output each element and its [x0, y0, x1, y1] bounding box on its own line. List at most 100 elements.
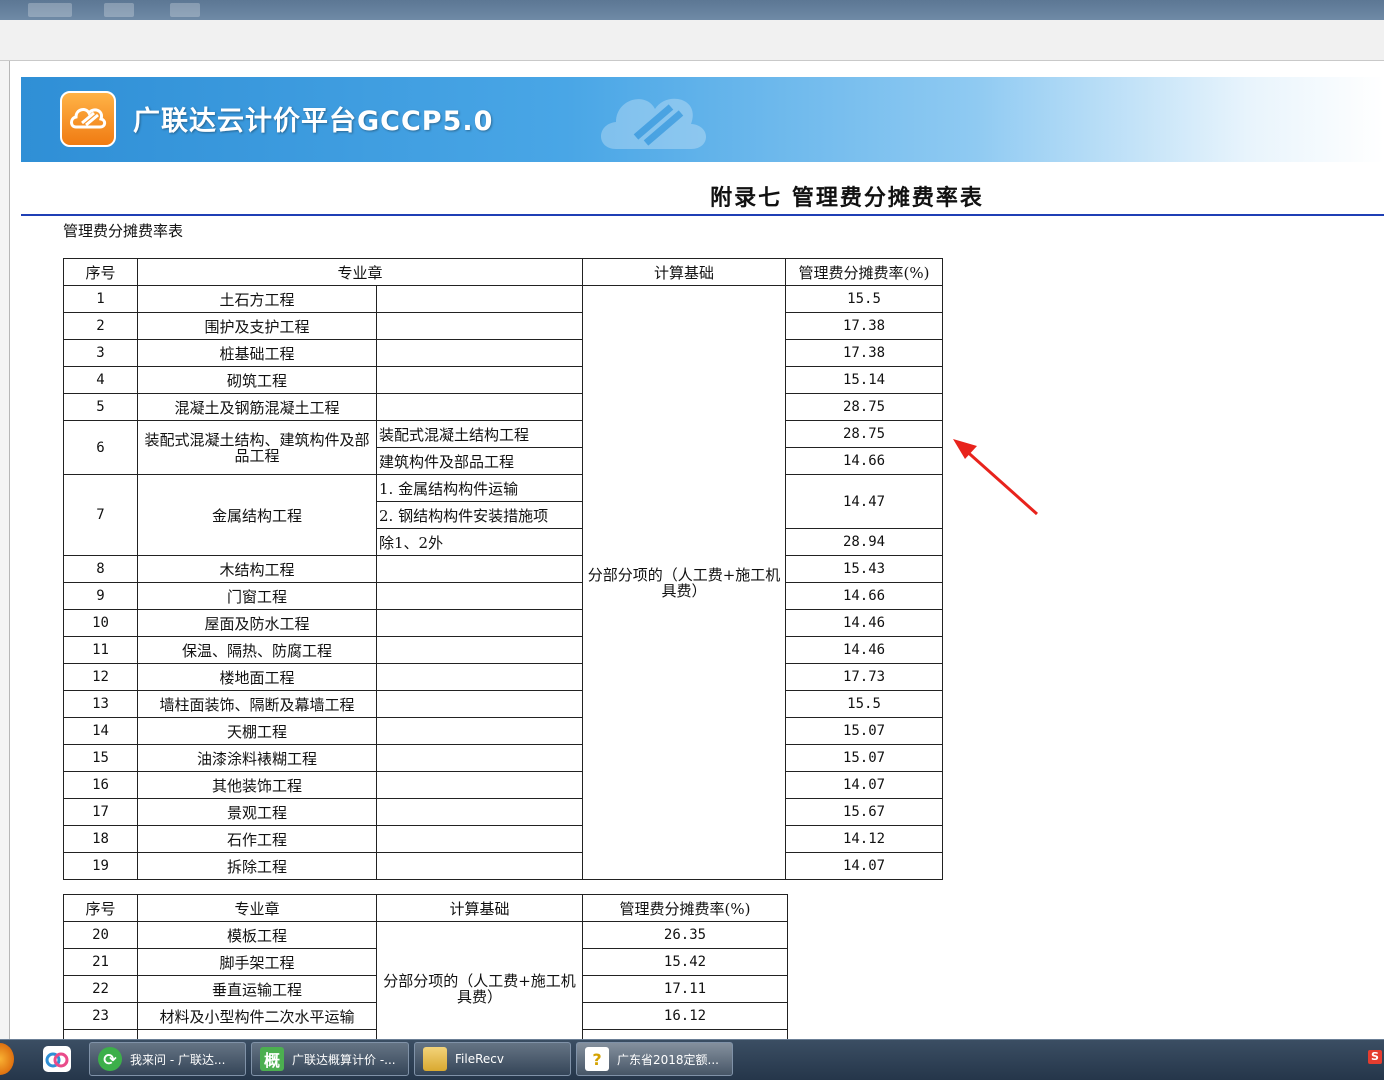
row-name: 模板工程: [137, 921, 377, 949]
row-rate: 28.75: [785, 393, 944, 421]
table-row: 9 门窗工程 14.66: [63, 582, 944, 610]
table-row: 7 金属结构工程 1. 金属结构构件运输 14.47: [63, 474, 944, 556]
row-rate: 15.5: [785, 285, 944, 313]
row-seq: 17: [63, 798, 138, 826]
gld-cloud-pinned-app[interactable]: [38, 1043, 76, 1075]
row-subcategory: 建筑构件及部品工程: [375, 447, 584, 475]
row-seq: 19: [63, 852, 138, 880]
row-name: 脚手架工程: [137, 948, 377, 976]
row-seq: 2: [63, 312, 138, 340]
row-rate: 14.46: [785, 636, 944, 664]
row-seq: 1: [63, 285, 138, 313]
table-row: 19 拆除工程 14.07: [63, 852, 944, 880]
row-rate: 28.94: [785, 528, 944, 556]
taskbar-item-label: 我来问 - 广联达...: [130, 1052, 226, 1067]
row-seq: 3: [63, 339, 138, 367]
row-sub-empty: [375, 555, 584, 583]
taskbar-item-gaisuan[interactable]: 概 广联达概算计价 -...: [251, 1042, 409, 1076]
row-sub-empty: [375, 609, 584, 637]
table-row: 1 土石方工程 分部分项的（人工费+施工机具费） 15.5: [63, 285, 944, 880]
taskbar-item-guangdong-2018[interactable]: ? 广东省2018定额...: [576, 1042, 733, 1076]
table-row: 18 石作工程 14.12: [63, 825, 944, 853]
row-seq: 15: [63, 744, 138, 772]
ghost-tab-icon: [170, 3, 200, 17]
row-subcategory: 1. 金属结构构件运输: [375, 474, 584, 502]
row-name: 屋面及防水工程: [137, 609, 377, 637]
chat-icon: ⟳: [98, 1047, 122, 1071]
taskbar-item-woliaowen[interactable]: ⟳ 我来问 - 广联达...: [89, 1042, 246, 1076]
row-rate: 14.07: [785, 771, 944, 799]
table-row: 5 混凝土及钢筋混凝土工程 28.75: [63, 393, 944, 421]
row-sub-empty: [375, 825, 584, 853]
table-row: 4 砌筑工程 15.14: [63, 366, 944, 394]
row-seq: 8: [63, 555, 138, 583]
row-subcategory: 2. 钢结构构件安装措施项: [375, 501, 584, 529]
row-rate: 15.07: [785, 717, 944, 745]
row-sub-empty: [375, 717, 584, 745]
table-row: 13 墙柱面装饰、隔断及幕墙工程 15.5: [63, 690, 944, 718]
table-row: 17 景观工程 15.67: [63, 798, 944, 826]
header-basis: 计算基础: [376, 894, 583, 922]
taskbar-item-filerecv[interactable]: FileRecv: [414, 1042, 571, 1076]
row-rate: 17.73: [785, 663, 944, 691]
table-row: 20 模板工程 分部分项的（人工费+施工机具费） 26.35: [63, 921, 788, 1057]
sogou-input-icon[interactable]: S: [1368, 1050, 1382, 1064]
appendix-heading: 附录七 管理费分摊费率表: [710, 185, 984, 211]
header-rate: 管理费分摊费率(%): [582, 894, 788, 922]
table-row: 12 楼地面工程 17.73: [63, 663, 944, 691]
banner-title: 广联达云计价平台GCCP5.0: [133, 106, 494, 137]
rate-table-2: 序号 专业章 计算基础 管理费分摊费率(%) 20 模板工程 分部分项的（人工费…: [63, 894, 788, 1057]
row-sub-empty: [375, 285, 584, 313]
row-seq: 6: [63, 420, 138, 475]
taskbar-item-label: FileRecv: [455, 1052, 504, 1066]
table-row: 16 其他装饰工程 14.07: [63, 771, 944, 799]
table-header-row: 序号 专业章 计算基础 管理费分摊费率(%): [63, 258, 944, 286]
row-name: 墙柱面装饰、隔断及幕墙工程: [137, 690, 377, 718]
row-name: 混凝土及钢筋混凝土工程: [137, 393, 377, 421]
cloud-app-icon: [43, 1046, 71, 1072]
row-name: 门窗工程: [137, 582, 377, 610]
row-name: 其他装饰工程: [137, 771, 377, 799]
row-rate: 14.07: [785, 852, 944, 880]
ghost-tab-icon: [28, 3, 72, 17]
row-subcategory: 除1、2外: [375, 528, 584, 556]
header-basis: 计算基础: [582, 258, 787, 286]
gai-icon: 概: [260, 1047, 284, 1071]
table-caption: 管理费分摊费率表: [63, 222, 184, 240]
taskbar-item-label: 广东省2018定额...: [617, 1052, 719, 1067]
row-rate: 15.5: [785, 690, 944, 718]
row-sub-empty: [375, 663, 584, 691]
row-seq: 7: [63, 474, 138, 556]
row-name: 石作工程: [137, 825, 377, 853]
header-category: 专业章: [137, 894, 377, 922]
row-sub-empty: [375, 690, 584, 718]
row-name: 天棚工程: [137, 717, 377, 745]
row-name: 木结构工程: [137, 555, 377, 583]
row-rate: 16.12: [582, 1002, 788, 1030]
row-name: 油漆涂料裱糊工程: [137, 744, 377, 772]
row-subcategory: 装配式混凝土结构工程: [375, 420, 584, 448]
row-rate: 15.14: [785, 366, 944, 394]
row-rate: 14.66: [785, 447, 944, 475]
row-rate: 17.11: [582, 975, 788, 1003]
ghost-tab-icon: [104, 3, 134, 17]
row-seq: 14: [63, 717, 138, 745]
annotation-arrow-icon: [953, 439, 1038, 516]
row-seq: 23: [63, 1002, 138, 1030]
row-seq: 4: [63, 366, 138, 394]
table-header-row: 序号 专业章 计算基础 管理费分摊费率(%): [63, 894, 788, 922]
window-title-bar: [0, 0, 1384, 20]
row-name: 围护及支护工程: [137, 312, 377, 340]
table-row: 2 围护及支护工程 17.38: [63, 312, 944, 340]
heading-divider: [21, 214, 1384, 216]
row-sub-empty: [375, 798, 584, 826]
row-sub-empty: [375, 366, 584, 394]
row-name: 装配式混凝土结构、建筑构件及部品工程: [137, 420, 377, 475]
row-name: 材料及小型构件二次水平运输: [137, 1002, 377, 1030]
start-button[interactable]: [0, 1043, 14, 1075]
row-sub-empty: [375, 852, 584, 880]
table-row: 14 天棚工程 15.07: [63, 717, 944, 745]
row-sub-empty: [375, 771, 584, 799]
table-row: 11 保温、隔热、防腐工程 14.46: [63, 636, 944, 664]
gldcloud-logo-icon: [60, 91, 116, 147]
